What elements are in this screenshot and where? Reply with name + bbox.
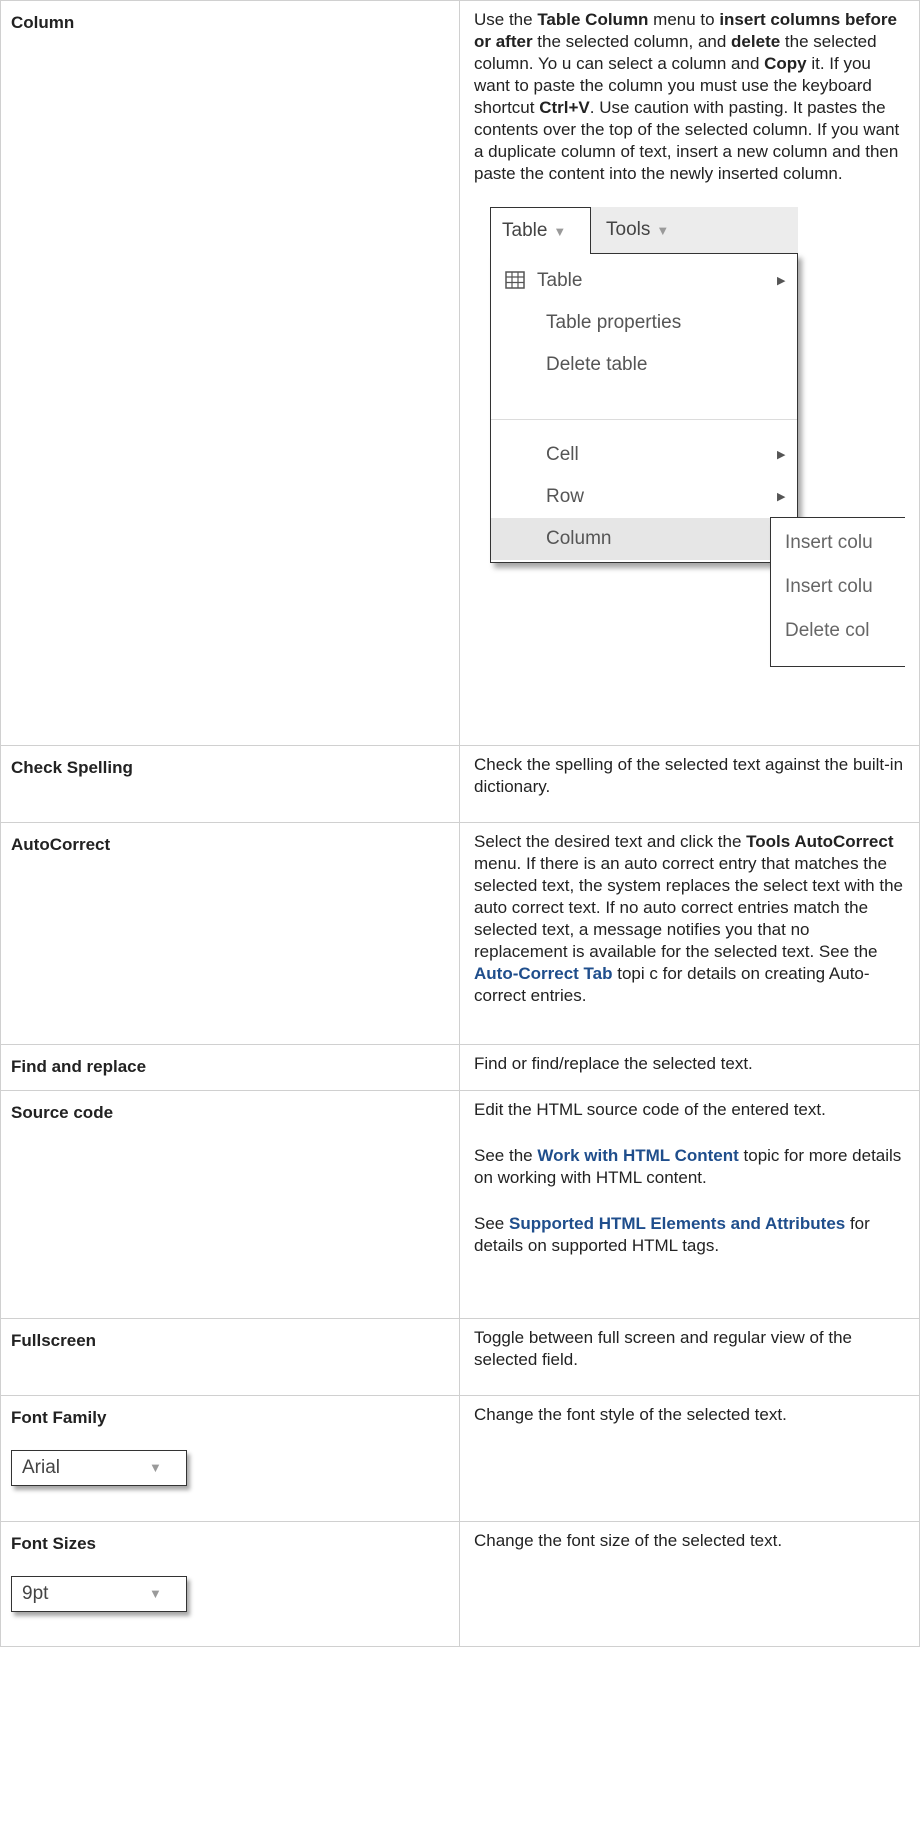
menu-item-insert-column-before[interactable]: Insert colu (785, 522, 873, 564)
caret-down-icon: ▼ (149, 1586, 162, 1601)
table-icon (505, 271, 525, 289)
table-row: Font Sizes 9pt ▼ Change the font size of… (0, 1521, 920, 1647)
feature-name: AutoCorrect (11, 835, 111, 854)
menu-screenshot: Table ▼ Tools ▼ Table ▶ Table properties… (474, 207, 905, 667)
feature-description: Check the spelling of the selected text … (474, 755, 904, 796)
feature-description: Edit the HTML source code of the entered… (474, 1100, 826, 1119)
table-row: AutoCorrect Select the desired text and … (0, 822, 920, 1045)
menu-item-column[interactable]: Column ▶ (491, 518, 797, 560)
chevron-right-icon: ▶ (777, 275, 786, 287)
menubar: Table ▼ Tools ▼ (490, 207, 798, 254)
caret-down-icon: ▼ (149, 1460, 162, 1475)
feature-description: Toggle between full screen and regular v… (474, 1328, 853, 1369)
caret-down-icon: ▼ (553, 224, 567, 239)
feature-name-cell: Font Sizes 9pt ▼ (0, 1521, 460, 1647)
feature-description: Change the font size of the selected tex… (474, 1531, 783, 1550)
feature-name-cell: Source code (0, 1090, 460, 1319)
feature-name-cell: AutoCorrect (0, 822, 460, 1045)
feature-description: Use the Table Column menu to insert colu… (474, 10, 900, 183)
feature-name-cell: Column (0, 0, 460, 746)
table-dropdown-menu: Table ▶ Table properties Delete table Ce… (490, 253, 798, 563)
feature-name: Font Sizes (11, 1534, 97, 1553)
feature-description-cell: Select the desired text and click the To… (459, 822, 920, 1045)
menu-tab-tools[interactable]: Tools ▼ (606, 207, 669, 253)
table-row: Source code Edit the HTML source code of… (0, 1090, 920, 1319)
font-size-select[interactable]: 9pt ▼ (11, 1576, 187, 1612)
feature-name-cell: Font Family Arial ▼ (0, 1395, 460, 1522)
work-with-html-content-link[interactable]: Work with HTML Content (537, 1146, 738, 1165)
menu-item-table-properties[interactable]: Table properties (491, 302, 797, 344)
feature-name: Check Spelling (11, 758, 133, 777)
auto-correct-tab-link[interactable]: Auto-Correct Tab (474, 964, 613, 983)
menu-item-delete-table[interactable]: Delete table (491, 344, 797, 386)
feature-description: See Supported HTML Elements and Attribut… (474, 1214, 870, 1255)
menu-item-insert-column-after[interactable]: Insert colu (785, 566, 873, 608)
feature-description-cell: Change the font size of the selected tex… (459, 1521, 920, 1647)
feature-description: Find or find/replace the selected text. (474, 1054, 753, 1073)
feature-description-cell: Toggle between full screen and regular v… (459, 1318, 920, 1396)
menu-item-cell[interactable]: Cell ▶ (491, 434, 797, 476)
feature-name-cell: Fullscreen (0, 1318, 460, 1396)
menu-item-delete-column[interactable]: Delete col (785, 610, 870, 652)
feature-name-cell: Check Spelling (0, 745, 460, 823)
feature-description-cell: Use the Table Column menu to insert colu… (459, 0, 920, 746)
feature-description-cell: Check the spelling of the selected text … (459, 745, 920, 823)
column-submenu: Insert colu Insert colu Delete col (770, 517, 905, 667)
feature-name: Find and replace (11, 1057, 147, 1076)
menu-item-table[interactable]: Table ▶ (491, 260, 797, 302)
feature-name: Source code (11, 1103, 114, 1122)
table-row: Check Spelling Check the spelling of the… (0, 745, 920, 823)
table-row: Fullscreen Toggle between full screen an… (0, 1318, 920, 1396)
menu-item-row[interactable]: Row ▶ (491, 476, 797, 518)
chevron-right-icon: ▶ (777, 449, 786, 461)
table-row: Font Family Arial ▼ Change the font styl… (0, 1395, 920, 1522)
feature-description: See the Work with HTML Content topic for… (474, 1146, 902, 1187)
caret-down-icon: ▼ (656, 223, 670, 238)
feature-description: Select the desired text and click the To… (474, 832, 903, 1005)
feature-name: Fullscreen (11, 1331, 97, 1350)
menu-divider (491, 419, 797, 420)
feature-description-cell: Find or find/replace the selected text. (459, 1044, 920, 1091)
feature-description: Change the font style of the selected te… (474, 1405, 787, 1424)
feature-name-cell: Find and replace (0, 1044, 460, 1091)
table-row: Column Use the Table Column menu to inse… (0, 0, 920, 746)
font-family-select[interactable]: Arial ▼ (11, 1450, 187, 1486)
chevron-right-icon: ▶ (777, 491, 786, 503)
feature-description-cell: Change the font style of the selected te… (459, 1395, 920, 1522)
feature-name: Font Family (11, 1408, 107, 1427)
table-row: Find and replace Find or find/replace th… (0, 1044, 920, 1091)
feature-description-cell: Edit the HTML source code of the entered… (459, 1090, 920, 1319)
supported-html-elements-link[interactable]: Supported HTML Elements and Attributes (509, 1214, 845, 1233)
feature-name: Column (11, 13, 75, 32)
reference-table: Column Use the Table Column menu to inse… (0, 0, 920, 1647)
menu-tab-table[interactable]: Table ▼ (490, 207, 591, 254)
